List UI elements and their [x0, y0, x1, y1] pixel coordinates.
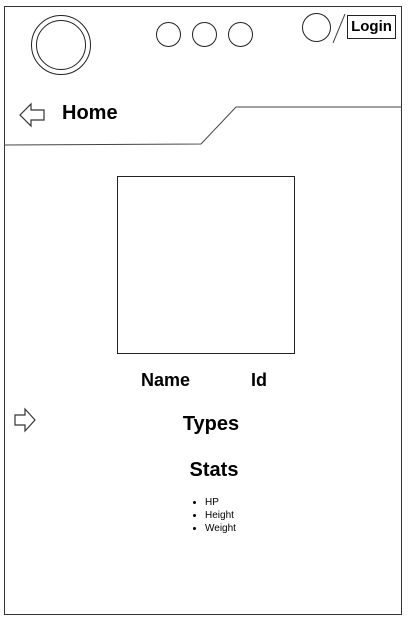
pokemon-image-placeholder [117, 176, 295, 354]
back-arrow-icon[interactable] [18, 101, 46, 129]
id-label: Id [251, 370, 267, 390]
header-slash [332, 13, 346, 44]
menu-dot-2[interactable] [192, 22, 217, 47]
page-title: Home [62, 102, 118, 124]
stat-item-hp: HP [205, 496, 236, 509]
menu-dot-1[interactable] [156, 22, 181, 47]
stat-item-height: Height [205, 509, 236, 522]
logo-icon[interactable] [31, 15, 91, 75]
stats-label: Stats [189, 459, 239, 481]
types-label: Types [182, 413, 240, 435]
menu-dot-3[interactable] [228, 22, 253, 47]
name-label: Name [141, 370, 191, 390]
login-button[interactable]: Login [347, 15, 396, 39]
avatar[interactable] [302, 13, 331, 42]
stats-list: HP Height Weight [187, 496, 236, 535]
logo-inner-ring [36, 20, 86, 70]
stat-item-weight: Weight [205, 522, 236, 535]
